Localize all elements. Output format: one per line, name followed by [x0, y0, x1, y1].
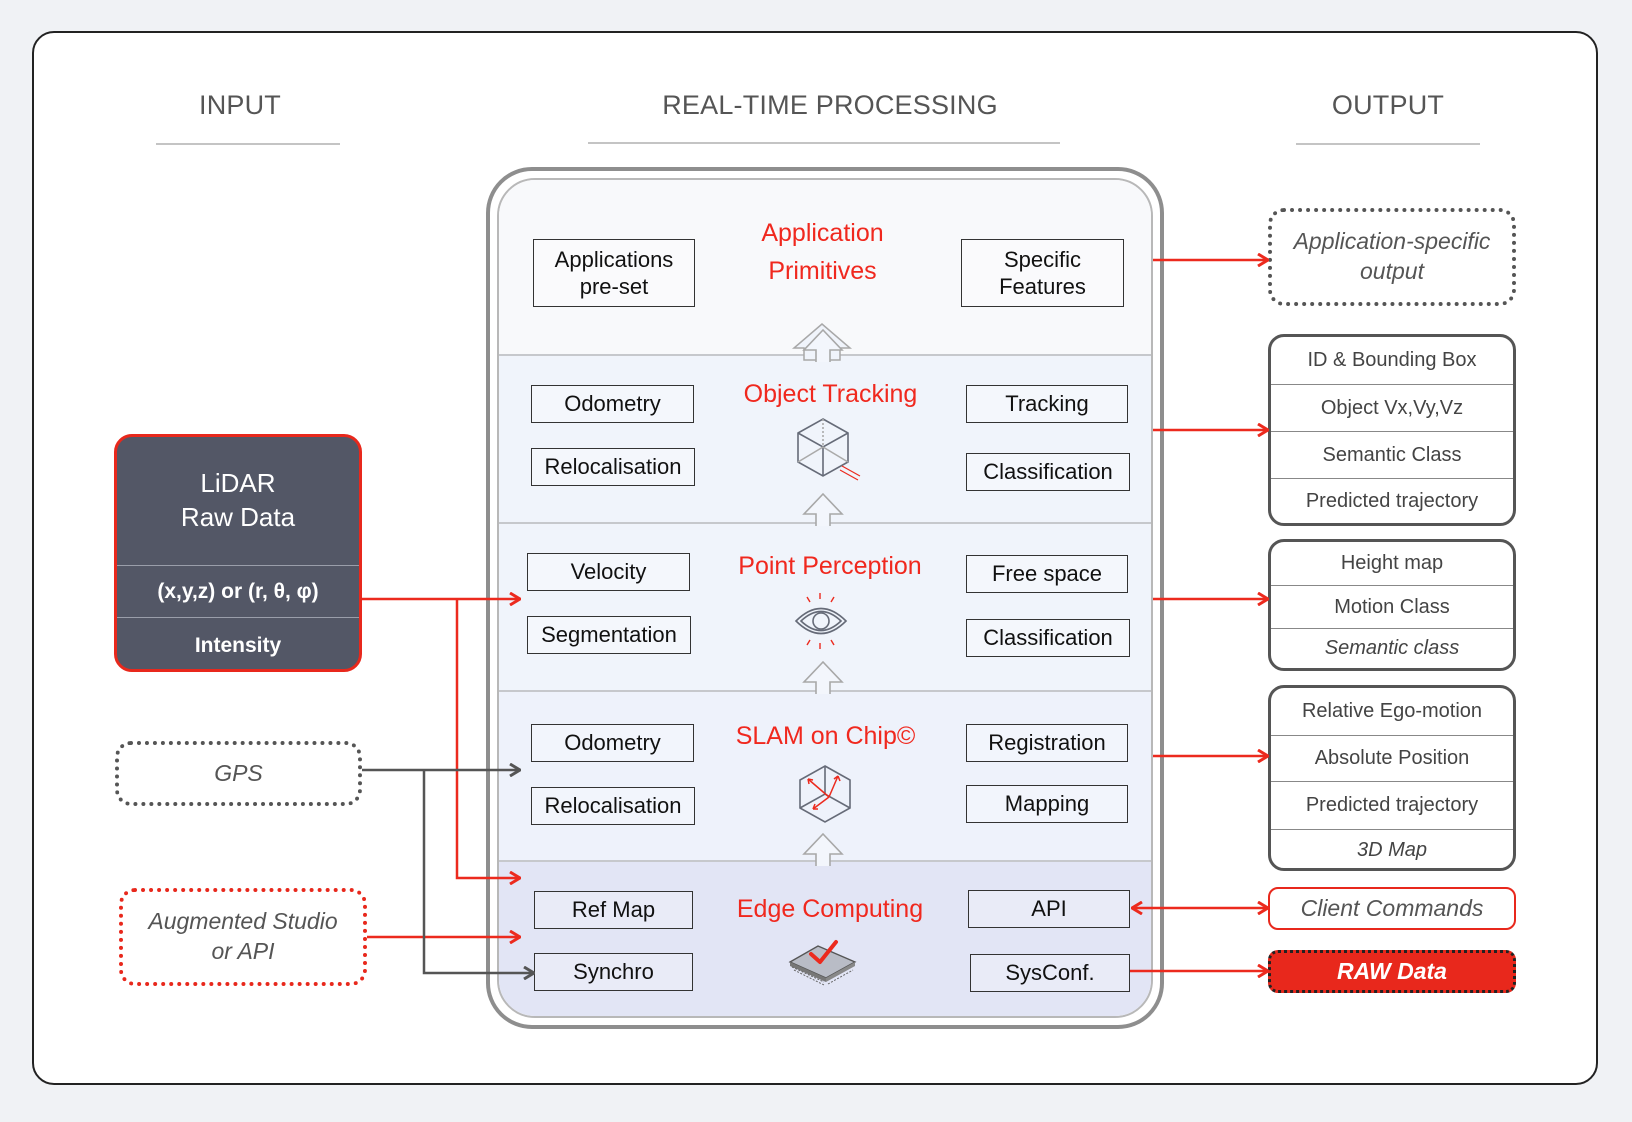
- synchro-box: Synchro: [534, 953, 693, 991]
- client-commands-box: Client Commands: [1268, 887, 1516, 930]
- specific-features-label: Specific Features: [999, 246, 1086, 300]
- app-specific-line-1: Application-specific: [1293, 228, 1491, 255]
- point-perception-title: Point Perception: [738, 552, 922, 580]
- classification-box: Classification: [966, 619, 1130, 657]
- gps-input-box: GPS: [115, 741, 362, 806]
- applications-preset-box: Applications pre-set: [533, 239, 695, 307]
- processing-column-header: REAL-TIME PROCESSING: [662, 90, 998, 120]
- classification-box: Classification: [966, 453, 1130, 491]
- augmented-studio-label: Augmented Studio or API: [148, 907, 337, 967]
- odometry-box: Odometry: [531, 724, 694, 762]
- augmented-studio-input-box: Augmented Studio or API: [119, 888, 367, 986]
- layer-slam: [499, 690, 1151, 860]
- application-specific-output-box: Application-specific output: [1268, 208, 1516, 306]
- raw-data-output-box: RAW Data: [1268, 950, 1516, 993]
- output-row: Semantic class: [1271, 628, 1513, 668]
- output-column-header: OUTPUT: [1331, 90, 1445, 120]
- ref-map-box: Ref Map: [534, 891, 693, 929]
- object-tracking-title: Object Tracking: [743, 380, 918, 408]
- input-header-rule: [156, 143, 340, 145]
- velocity-box: Velocity: [527, 553, 690, 591]
- lidar-raw-data-box: LiDAR Raw Data (x,y,z) or (r, θ, φ) Inte…: [114, 434, 362, 672]
- api-box: API: [968, 890, 1130, 928]
- sysconf-box: SysConf.: [970, 954, 1130, 992]
- output-row: Relative Ego-motion: [1301, 700, 1483, 722]
- output-row: 3D Map: [1271, 829, 1513, 868]
- output-row: Semantic Class: [1271, 431, 1513, 478]
- augmented-line-2: or API: [211, 938, 275, 964]
- raw-data-label: RAW Data: [1337, 957, 1447, 984]
- output-header-rule: [1296, 143, 1480, 145]
- slam-output-box: Relative Ego-motion Absolute Position Pr…: [1268, 685, 1516, 871]
- augmented-line-1: Augmented Studio: [148, 908, 338, 935]
- tracking-box: Tracking: [966, 385, 1128, 423]
- slam-title: SLAM on Chip©: [735, 722, 916, 750]
- app-specific-line-2: output: [1360, 258, 1424, 284]
- input-column-header: INPUT: [199, 90, 281, 120]
- processing-header-rule: [588, 142, 1060, 144]
- perception-output-box: Height map Motion Class Semantic class: [1268, 539, 1516, 671]
- lidar-title-line-2: Raw Data: [180, 501, 296, 532]
- output-row: Motion Class: [1271, 585, 1513, 628]
- output-row: Absolute Position: [1271, 735, 1513, 781]
- odometry-box: Odometry: [531, 385, 694, 423]
- applications-preset-label: Applications pre-set: [554, 246, 674, 300]
- registration-box: Registration: [966, 724, 1128, 762]
- client-commands-label: Client Commands: [1300, 894, 1484, 921]
- free-space-box: Free space: [966, 555, 1128, 593]
- gps-label: GPS: [214, 759, 263, 786]
- lidar-intensity: Intensity: [117, 617, 359, 669]
- tracking-output-box: ID & Bounding Box Object Vx,Vy,Vz Semant…: [1268, 334, 1516, 526]
- relocalisation-box: Relocalisation: [531, 448, 695, 486]
- edge-computing-title: Edge Computing: [736, 895, 924, 923]
- application-specific-output-label: Application-specific output: [1294, 227, 1491, 287]
- title-line-2: Primitives: [768, 256, 877, 285]
- output-row: Height map: [1340, 552, 1444, 574]
- output-row: Predicted trajectory: [1271, 478, 1513, 523]
- output-row: ID & Bounding Box: [1307, 349, 1477, 371]
- mapping-box: Mapping: [966, 785, 1128, 823]
- lidar-title-line-1: LiDAR: [200, 468, 276, 498]
- lidar-title: LiDAR Raw Data: [117, 467, 359, 535]
- specific-features-box: Specific Features: [961, 239, 1124, 307]
- output-row: Object Vx,Vy,Vz: [1271, 384, 1513, 431]
- application-primitives-title: Application Primitives: [730, 215, 915, 290]
- title-line-1: Application: [761, 219, 884, 247]
- relocalisation-box: Relocalisation: [531, 787, 695, 825]
- segmentation-box: Segmentation: [527, 616, 691, 654]
- lidar-coords: (x,y,z) or (r, θ, φ): [117, 565, 359, 618]
- layer-edge-computing: [499, 860, 1151, 1016]
- output-row: Predicted trajectory: [1271, 781, 1513, 829]
